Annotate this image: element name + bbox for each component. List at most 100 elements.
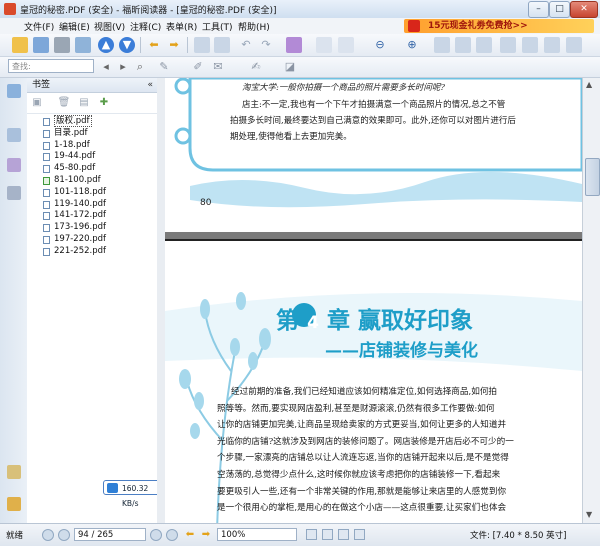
continuous-page-icon[interactable] [522, 37, 538, 53]
undo-icon[interactable]: ↶ [238, 37, 254, 53]
bookmark-item[interactable]: 101-118.pdf [27, 187, 157, 199]
bookmark-item[interactable]: 1-18.pdf [27, 140, 157, 152]
scroll-up-icon[interactable]: ▲ [586, 80, 592, 89]
continuous-view-icon[interactable] [322, 529, 333, 540]
typewriter-icon[interactable]: ✎ [156, 59, 172, 75]
layers-panel-icon[interactable] [7, 158, 21, 172]
page-up-icon[interactable]: ▲ [98, 37, 114, 53]
pdf-file-icon [43, 224, 50, 233]
zoom-in-icon[interactable]: ⊕ [404, 37, 420, 53]
search-prev-icon[interactable]: ◂ [98, 59, 114, 75]
chapter-title: 第4 章 赢取好印象 [276, 301, 473, 335]
pages-panel-icon[interactable] [7, 128, 21, 142]
status-forward-icon[interactable]: ➡ [198, 527, 214, 543]
menu-comment[interactable]: 注释(C) [130, 20, 161, 33]
facing-view-icon[interactable] [338, 529, 349, 540]
page-current: 第4 章 赢取好印象 ——店铺装修与美化 经过前期的准备,我们已经知道应该如何精准… [165, 239, 582, 523]
bookmark-item[interactable]: 197-220.pdf [27, 234, 157, 246]
zoom-out-icon[interactable]: ⊖ [372, 37, 388, 53]
app-icon [4, 3, 16, 15]
first-page-icon[interactable] [42, 529, 54, 541]
note-icon[interactable]: ✉ [210, 59, 226, 75]
status-back-icon[interactable]: ⬅ [182, 527, 198, 543]
vertical-scrollbar[interactable]: ▲ ▼ [582, 78, 600, 523]
bookmark-panel-icon[interactable] [7, 84, 21, 98]
bookmark-item[interactable]: 221-252.pdf [27, 246, 157, 258]
select-tool-icon[interactable] [338, 37, 354, 53]
bookmark-item[interactable]: 119-140.pdf [27, 199, 157, 211]
binder-ring-icon [174, 127, 192, 145]
scroll-down-icon[interactable]: ▼ [586, 510, 592, 519]
comments-panel-icon[interactable] [7, 465, 21, 479]
page-number-field[interactable]: 94 / 265 [74, 528, 146, 541]
bookmark-item[interactable]: 45-80.pdf [27, 163, 157, 175]
gift-icon [408, 20, 420, 32]
status-bar: 就绪 94 / 265 ⬅ ➡ 100% 文件: [7.40 * 8.50 英寸… [0, 523, 600, 546]
actual-size-icon[interactable] [476, 37, 492, 53]
menu-file[interactable]: 文件(F) [24, 20, 54, 33]
full-screen-icon[interactable] [566, 37, 582, 53]
menu-tools[interactable]: 工具(T) [202, 20, 233, 33]
fit-width-icon[interactable] [455, 37, 471, 53]
comment-icon[interactable]: ✍ [248, 59, 264, 75]
add-bookmark-icon[interactable]: ✚ [96, 95, 112, 111]
snapshot-icon[interactable] [544, 37, 560, 53]
answer-line: 拍摄多长时间,最终要达到自己满意的效果即可。此外,还你可以对图片进行后 [230, 116, 516, 126]
stamp-icon[interactable]: ◪ [282, 59, 298, 75]
last-page-icon[interactable] [166, 529, 178, 541]
zoom-level-field[interactable]: 100% [217, 528, 297, 541]
answer-line: 店主:不一定,我也有一个下午才拍摄满意一个商品照片的情况,总之不管 [242, 100, 506, 110]
navigation-rail [0, 78, 28, 523]
page-down-icon[interactable]: ▼ [119, 37, 135, 53]
zoom-tool-icon[interactable] [286, 37, 302, 53]
menu-view[interactable]: 视图(V) [94, 20, 125, 33]
menu-edit[interactable]: 编辑(E) [59, 20, 90, 33]
search-next-icon[interactable]: ▸ [115, 59, 131, 75]
bookmark-item[interactable]: 19-44.pdf [27, 151, 157, 163]
new-bookmark-icon[interactable]: ▤ [76, 95, 92, 111]
attachment-clip-icon[interactable] [7, 497, 21, 511]
bookmark-item[interactable]: 版权.pdf [27, 115, 157, 128]
scrollbar-thumb[interactable] [585, 158, 600, 196]
email-icon[interactable] [75, 37, 91, 53]
back-arrow-icon[interactable]: ⬅ [146, 37, 162, 53]
pdf-file-icon [43, 212, 50, 221]
bookmark-item[interactable]: 173-196.pdf [27, 222, 157, 234]
minimize-button[interactable]: – [528, 1, 549, 18]
menu-form[interactable]: 表单(R) [166, 20, 197, 33]
copy-icon[interactable] [194, 37, 210, 53]
hand-tool-icon[interactable] [316, 37, 332, 53]
maximize-button[interactable]: □ [549, 1, 570, 18]
single-page-view-icon[interactable] [306, 529, 317, 540]
title-bar: 皇冠的秘密.PDF (安全) - 福昕阅读器 - [皇冠的秘密.PDF (安全)… [0, 0, 600, 19]
print-icon[interactable] [54, 37, 70, 53]
rotate-icon[interactable] [500, 37, 516, 53]
previous-page-icon[interactable] [58, 529, 70, 541]
delete-bookmark-icon[interactable]: 🗑 [56, 95, 72, 111]
promo-banner[interactable]: 15元现金礼劵免费抢>> [404, 19, 594, 33]
redo-icon[interactable]: ↷ [258, 37, 274, 53]
chapter-suffix: 章 赢取好印象 [327, 308, 474, 334]
search-input[interactable]: 查找: [8, 59, 94, 73]
attachments-panel-icon[interactable] [7, 186, 21, 200]
next-page-icon[interactable] [150, 529, 162, 541]
expand-bookmark-icon[interactable]: ▣ [29, 95, 45, 111]
pdf-file-icon [43, 153, 50, 162]
continuous-facing-view-icon[interactable] [354, 529, 365, 540]
forward-arrow-icon[interactable]: ➡ [166, 37, 182, 53]
bookmark-item[interactable]: 81-100.pdf [27, 175, 157, 187]
body-line: 经过前期的准备,我们已经知道应该如何精准定位,如何选择商品,如何拍 [231, 387, 498, 397]
highlight-icon[interactable]: ✐ [190, 59, 206, 75]
search-icon[interactable]: ⌕ [132, 59, 148, 75]
page-layout-icon[interactable] [214, 37, 230, 53]
pdf-file-icon [43, 129, 50, 138]
fit-page-icon[interactable] [434, 37, 450, 53]
menu-help[interactable]: 帮助(H) [238, 20, 270, 33]
binder-ring-icon [174, 78, 192, 95]
bookmark-item[interactable]: 141-172.pdf [27, 210, 157, 222]
save-icon[interactable] [33, 37, 49, 53]
bookmark-item[interactable]: 目录.pdf [27, 128, 157, 140]
collapse-panel-button[interactable]: « [147, 78, 153, 92]
open-folder-icon[interactable] [12, 37, 28, 53]
close-button[interactable]: ✕ [570, 1, 598, 18]
